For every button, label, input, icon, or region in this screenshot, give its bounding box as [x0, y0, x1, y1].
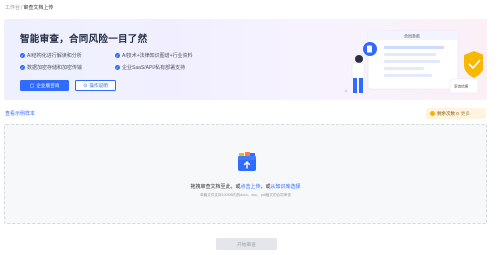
feature-label: 企业SaaS/API/私有部署支持 — [122, 64, 186, 71]
instructions-button[interactable]: ⊙ 操作说明 — [75, 80, 116, 91]
feature-item: ✓ AI结构化进行解读和分析 — [20, 51, 82, 59]
info-icon: ⊙ — [83, 82, 88, 89]
enterprise-consult-button[interactable]: ▢ 企业版咨询 — [20, 80, 69, 91]
feature-label: 数据加密存储和加密传输 — [27, 64, 83, 71]
feature-label: AI结构化进行解读和分析 — [27, 52, 82, 59]
feature-label: AI技术+法律知识图谱+行业资料 — [122, 52, 193, 59]
check-icon: ✓ — [20, 52, 25, 58]
banner-title: 智能审查，合同风险一目了然 — [20, 34, 148, 45]
click-upload-link[interactable]: 点击上传 — [240, 184, 260, 190]
upload-prefix: 拖拽审查文档至此，或 — [190, 184, 241, 190]
view-example-link[interactable]: 查看示例样本 — [5, 110, 35, 117]
upload-hint: 单篇文件支持100MB内的docx、doc、pdf格式的合同审查 — [200, 193, 291, 197]
quota-badge[interactable]: 剩余次数 0 更多 — [426, 108, 486, 119]
feature-item: ✓ AI技术+法律知识图谱+行业资料 — [115, 51, 193, 59]
chat-icon: ▢ — [29, 82, 35, 89]
start-review-button[interactable]: 开始审查 — [216, 238, 277, 250]
breadcrumb-parent[interactable]: 工作台 — [5, 5, 20, 11]
breadcrumb-current: 审查文档上传 — [23, 5, 54, 11]
enterprise-consult-label: 企业版咨询 — [36, 82, 60, 88]
illustration-badge-text: 审查结果 — [454, 84, 469, 89]
coin-icon — [430, 111, 435, 116]
illustration-card-title: 合同条款 — [404, 33, 420, 39]
feature-item: ✓ 企业SaaS/API/私有部署支持 — [115, 63, 185, 71]
upload-instruction: 拖拽审查文档至此，或点击上传，或从知识库选择 — [5, 183, 486, 190]
check-icon: ✓ — [115, 64, 120, 70]
breadcrumb: 工作台/审查文档上传 — [5, 4, 53, 12]
check-icon: ✓ — [20, 64, 25, 70]
instructions-label: 操作说明 — [89, 82, 108, 88]
upload-mid: ，或 — [260, 184, 271, 190]
intro-banner: 智能审查，合同风险一目了然 ✓ AI结构化进行解读和分析 ✓ AI技术+法律知识… — [4, 19, 487, 100]
select-from-kb-link[interactable]: 从知识库选择 — [271, 184, 301, 190]
feature-item: ✓ 数据加密存储和加密传输 — [20, 63, 82, 71]
upload-box-icon — [238, 152, 256, 171]
quota-label: 剩余次数 0 — [437, 110, 459, 116]
check-icon: ✓ — [115, 52, 120, 58]
banner-illustration: 合同条款 审查结果 — [344, 30, 483, 94]
quota-more[interactable]: 更多 — [461, 111, 470, 117]
upload-dropzone[interactable]: 拖拽审查文档至此，或点击上传，或从知识库选择 单篇文件支持100MB内的docx… — [4, 124, 487, 224]
